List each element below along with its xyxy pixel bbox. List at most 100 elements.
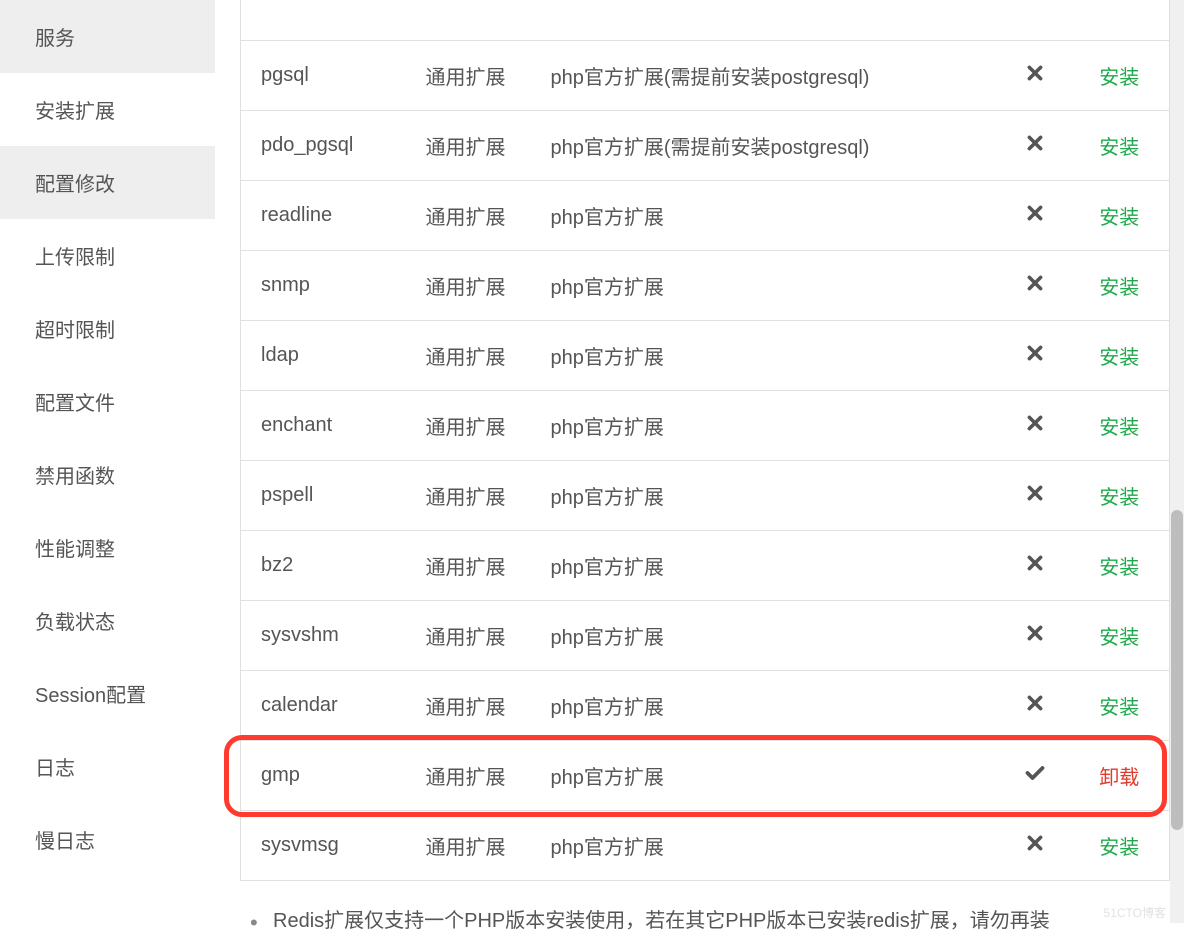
x-icon [1026, 345, 1044, 367]
ext-name: pdo_pgsql [241, 111, 426, 181]
table-row: enchant通用扩展php官方扩展 安装 [241, 391, 1170, 461]
ext-type: 通用扩展 [426, 531, 551, 601]
sidebar-item-logs[interactable]: 日志 [0, 730, 215, 803]
ext-type: 通用扩展 [426, 251, 551, 321]
table-row: gmp通用扩展php官方扩展 卸载 [241, 741, 1170, 811]
sidebar-item-session-config[interactable]: Session配置 [0, 657, 215, 730]
ext-description: php官方扩展 [551, 741, 1000, 811]
table-row: calendar通用扩展php官方扩展 安装 [241, 671, 1170, 741]
table-row: sysvmsg通用扩展php官方扩展 安装 [241, 811, 1170, 881]
watermark: 51CTO博客 [1104, 904, 1166, 921]
check-icon [1025, 766, 1045, 788]
scrollbar-thumb[interactable] [1171, 510, 1183, 830]
uninstall-link[interactable]: 卸载 [1099, 767, 1139, 789]
install-link[interactable]: 安装 [1099, 557, 1139, 579]
ext-type: 通用扩展 [426, 391, 551, 461]
ext-description: php官方扩展 [551, 391, 1000, 461]
ext-description: php官方扩展 [551, 671, 1000, 741]
ext-name: ldap [241, 321, 426, 391]
ext-name: readline [241, 181, 426, 251]
ext-description: php官方扩展 [551, 321, 1000, 391]
sidebar-item-label: 慢日志 [35, 831, 95, 853]
table-row: pgsql通用扩展php官方扩展(需提前安装postgresql) 安装 [241, 41, 1170, 111]
table-row-partial [241, 0, 1170, 41]
ext-type: 通用扩展 [426, 671, 551, 741]
ext-type: 通用扩展 [426, 601, 551, 671]
x-icon [1026, 65, 1044, 87]
ext-name: bz2 [241, 531, 426, 601]
table-row: pspell通用扩展php官方扩展 安装 [241, 461, 1170, 531]
install-link[interactable]: 安装 [1099, 137, 1139, 159]
x-icon [1026, 485, 1044, 507]
ext-type: 通用扩展 [426, 811, 551, 881]
install-link[interactable]: 安装 [1099, 67, 1139, 89]
ext-name: sysvmsg [241, 811, 426, 881]
table-row: snmp通用扩展php官方扩展 安装 [241, 251, 1170, 321]
ext-name: snmp [241, 251, 426, 321]
ext-name: pspell [241, 461, 426, 531]
ext-type: 通用扩展 [426, 741, 551, 811]
sidebar-item-upload-limit[interactable]: 上传限制 [0, 219, 215, 292]
ext-name: calendar [241, 671, 426, 741]
ext-type: 通用扩展 [426, 321, 551, 391]
sidebar-item-label: 负载状态 [35, 612, 115, 634]
install-link[interactable]: 安装 [1099, 697, 1139, 719]
table-row: ldap通用扩展php官方扩展 安装 [241, 321, 1170, 391]
install-link[interactable]: 安装 [1099, 207, 1139, 229]
table-row: readline通用扩展php官方扩展 安装 [241, 181, 1170, 251]
ext-name: sysvshm [241, 601, 426, 671]
ext-type: 通用扩展 [426, 111, 551, 181]
scrollbar-track[interactable] [1170, 0, 1184, 923]
sidebar-item-label: Session配置 [35, 685, 146, 707]
x-icon [1026, 555, 1044, 577]
ext-name: enchant [241, 391, 426, 461]
sidebar-item-install-extension[interactable]: 安装扩展 [0, 73, 215, 146]
x-icon [1026, 415, 1044, 437]
sidebar-item-label: 配置文件 [35, 393, 115, 415]
sidebar-item-label: 超时限制 [35, 320, 115, 342]
sidebar-item-slow-logs[interactable]: 慢日志 [0, 803, 215, 876]
sidebar-item-label: 配置修改 [35, 174, 115, 196]
ext-description: php官方扩展 [551, 601, 1000, 671]
sidebar-item-timeout-limit[interactable]: 超时限制 [0, 292, 215, 365]
install-link[interactable]: 安装 [1099, 627, 1139, 649]
sidebar-item-service[interactable]: 服务 [0, 0, 215, 73]
x-icon [1026, 135, 1044, 157]
sidebar-item-performance[interactable]: 性能调整 [0, 511, 215, 584]
sidebar-item-config-file[interactable]: 配置文件 [0, 365, 215, 438]
sidebar-item-load-status[interactable]: 负载状态 [0, 584, 215, 657]
ext-description: php官方扩展 [551, 531, 1000, 601]
x-icon [1026, 275, 1044, 297]
ext-type: 通用扩展 [426, 41, 551, 111]
x-icon [1026, 835, 1044, 857]
sidebar-item-disabled-functions[interactable]: 禁用函数 [0, 438, 215, 511]
sidebar-item-label: 性能调整 [35, 539, 115, 561]
ext-description: php官方扩展 [551, 181, 1000, 251]
notes-section: Redis扩展仅支持一个PHP版本安装使用，若在其它PHP版本已安装redis扩… [215, 903, 1176, 939]
install-link[interactable]: 安装 [1099, 277, 1139, 299]
ext-name: pgsql [241, 41, 426, 111]
ext-name: gmp [241, 741, 426, 811]
ext-type: 通用扩展 [426, 181, 551, 251]
table-row: pdo_pgsql通用扩展php官方扩展(需提前安装postgresql) 安装 [241, 111, 1170, 181]
note-item: Redis扩展仅支持一个PHP版本安装使用，若在其它PHP版本已安装redis扩… [245, 903, 1176, 939]
table-row: bz2通用扩展php官方扩展 安装 [241, 531, 1170, 601]
sidebar-item-label: 日志 [35, 758, 75, 780]
install-link[interactable]: 安装 [1099, 837, 1139, 859]
ext-type: 通用扩展 [426, 461, 551, 531]
ext-description: php官方扩展 [551, 461, 1000, 531]
x-icon [1026, 205, 1044, 227]
x-icon [1026, 695, 1044, 717]
ext-description: php官方扩展 [551, 811, 1000, 881]
table-row: sysvshm通用扩展php官方扩展 安装 [241, 601, 1170, 671]
install-link[interactable]: 安装 [1099, 487, 1139, 509]
sidebar-item-label: 服务 [35, 28, 75, 50]
install-link[interactable]: 安装 [1099, 417, 1139, 439]
sidebar-item-label: 安装扩展 [35, 101, 115, 123]
ext-description: php官方扩展(需提前安装postgresql) [551, 111, 1000, 181]
install-link[interactable]: 安装 [1099, 347, 1139, 369]
content-area: pgsql通用扩展php官方扩展(需提前安装postgresql)安装pdo_p… [215, 0, 1184, 923]
sidebar-item-config-edit[interactable]: 配置修改 [0, 146, 215, 219]
ext-description: php官方扩展(需提前安装postgresql) [551, 41, 1000, 111]
ext-description: php官方扩展 [551, 251, 1000, 321]
